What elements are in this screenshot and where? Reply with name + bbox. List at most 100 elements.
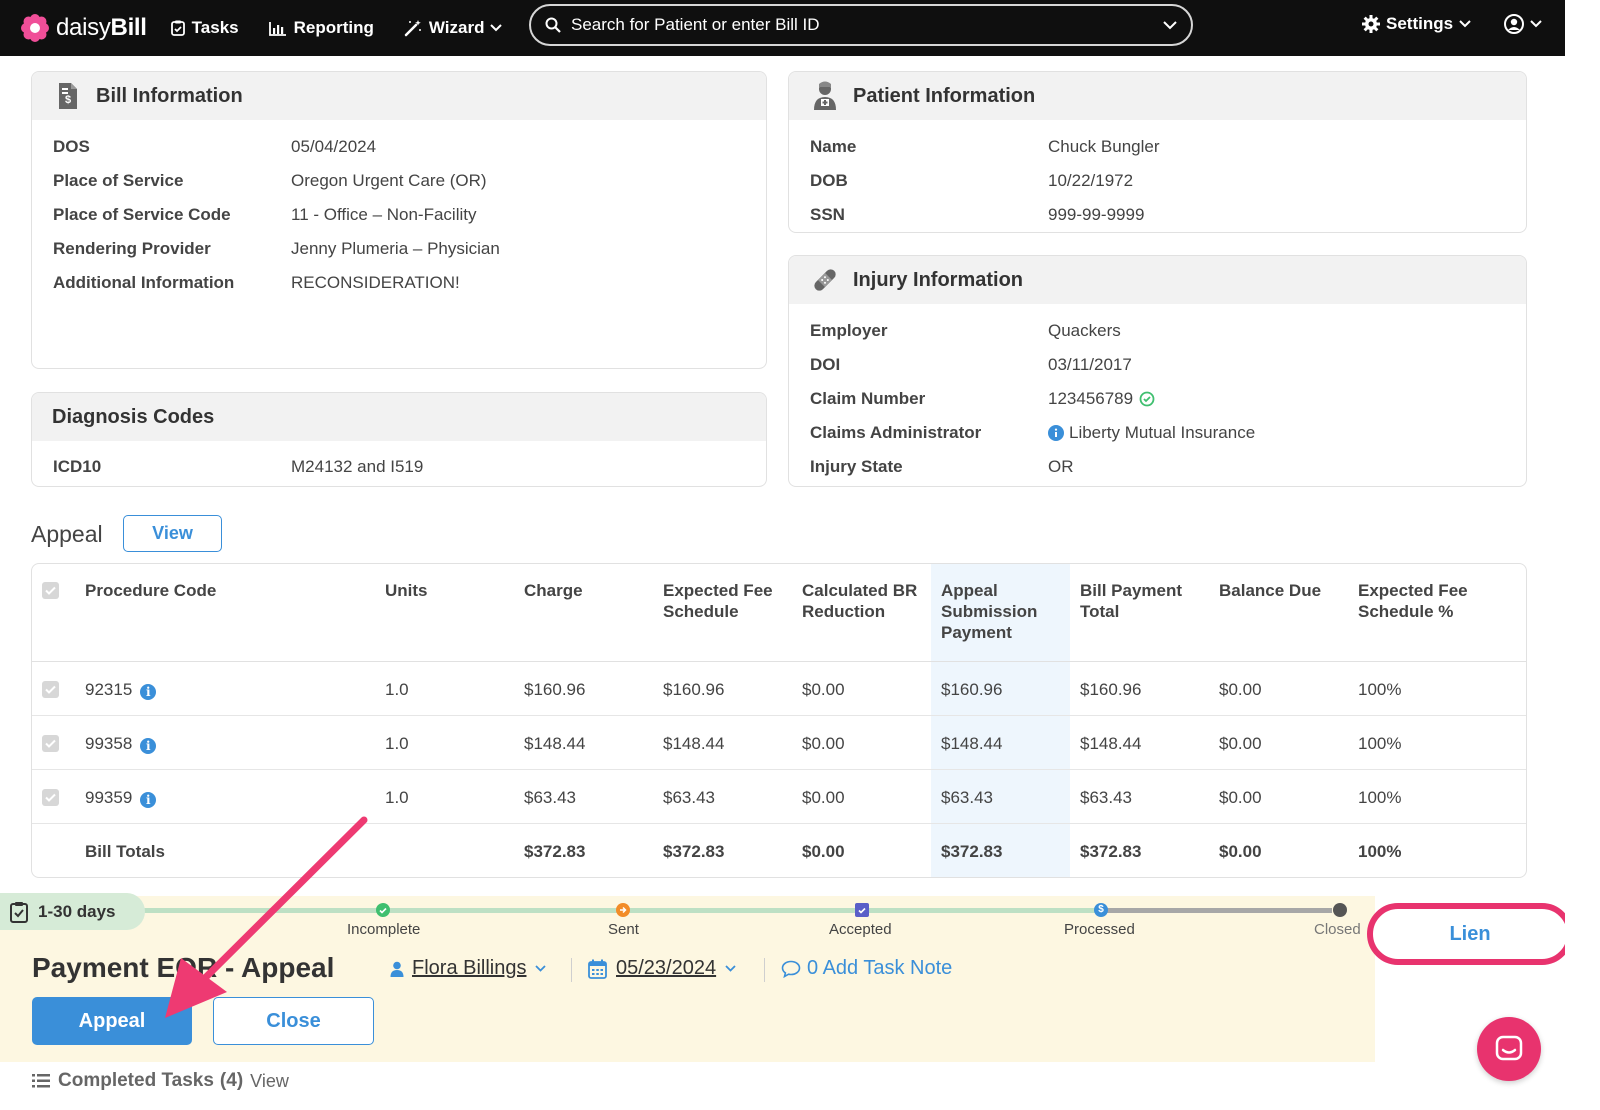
info-icon[interactable]: i <box>140 684 157 700</box>
injury-row-injury-state: Injury State OR <box>789 447 1526 481</box>
appeal-view-button[interactable]: View <box>123 515 222 552</box>
row-divider <box>32 769 1526 770</box>
th-charge[interactable]: Charge <box>524 580 583 601</box>
patient-information-card: Patient Information Name Chuck Bungler DO… <box>788 71 1527 233</box>
user-avatar-icon <box>1504 14 1524 34</box>
bill-information-card: $ Bill Information DOS 05/04/2024 Place o… <box>31 71 767 369</box>
task-age-badge: 1-30 days <box>0 893 145 930</box>
injury-row-claims-administrator: Claims Administrator Liberty Mutual Insu… <box>789 413 1526 447</box>
check-icon <box>45 793 56 802</box>
completed-tasks-toggle[interactable]: Completed Tasks (4) View <box>32 1070 289 1092</box>
bill-row-dos: DOS 05/04/2024 <box>32 127 766 161</box>
search-bar[interactable]: Search for Patient or enter Bill ID <box>529 4 1193 46</box>
logo[interactable]: daisyBill <box>20 13 147 43</box>
completed-tasks-view-link[interactable]: View <box>250 1071 289 1092</box>
injury-row-employer: Employer Quackers <box>789 311 1526 345</box>
lien-button[interactable]: Lien <box>1367 903 1573 965</box>
th-procedure-code[interactable]: Procedure Code <box>85 580 216 601</box>
nav-tasks-label: Tasks <box>191 18 239 37</box>
chevron-down-icon <box>535 965 547 972</box>
table-cell: $160.96 <box>524 680 586 699</box>
claims-administrator-link[interactable]: Liberty Mutual Insurance <box>1048 423 1255 443</box>
totals-label: Bill Totals <box>85 842 165 861</box>
row-checkbox[interactable] <box>42 789 59 806</box>
stage-label-incomplete: Incomplete <box>347 921 421 938</box>
field-value: RECONSIDERATION! <box>291 273 460 292</box>
injury-information-card: Injury Information Employer Quackers DOI 0… <box>788 255 1527 487</box>
chat-launcher-button[interactable] <box>1477 1017 1541 1081</box>
nav-wizard[interactable]: Wizard <box>404 18 503 38</box>
card-header: Patient Information <box>789 72 1526 120</box>
check-icon <box>45 739 56 748</box>
th-calculated-br-reduction[interactable]: Calculated BR Reduction <box>802 580 927 622</box>
chat-icon <box>1495 1035 1523 1061</box>
field-value: 10/22/1972 <box>1048 171 1134 190</box>
close-button[interactable]: Close <box>213 997 374 1045</box>
field-label: SSN <box>810 205 845 224</box>
th-expected-fee-schedule[interactable]: Expected Fee Schedule <box>663 580 788 622</box>
th-balance-due[interactable]: Balance Due <box>1219 580 1321 601</box>
nav-reporting-label: Reporting <box>293 18 374 37</box>
card-title: Diagnosis Codes <box>52 405 215 428</box>
bar-chart-icon <box>268 21 286 36</box>
patient-row-name: Name Chuck Bungler <box>789 127 1526 161</box>
bill-row-rendering-provider: Rendering Provider Jenny Plumeria – Physi… <box>32 229 766 263</box>
info-icon[interactable]: i <box>140 792 157 808</box>
th-expected-fee-schedule-percent[interactable]: Expected Fee Schedule % <box>1358 580 1483 622</box>
chevron-down-icon[interactable] <box>1163 20 1177 30</box>
select-all-checkbox[interactable] <box>42 582 59 599</box>
field-value: OR <box>1048 457 1074 476</box>
gear-icon <box>1362 15 1380 33</box>
list-icon <box>32 1074 50 1088</box>
stage-processed-dollar-icon: $ <box>1094 903 1108 917</box>
nav-tasks[interactable]: Tasks <box>170 18 239 38</box>
task-assignee-dropdown[interactable]: Flora Billings <box>390 957 547 980</box>
user-icon <box>390 961 404 977</box>
top-nav-bar: daisyBill Tasks Reporting Wizard Search … <box>0 0 1565 56</box>
separator <box>571 958 572 982</box>
field-label: Employer <box>810 321 888 340</box>
table-cell: $63.43 <box>1080 788 1132 807</box>
field-value: Liberty Mutual Insurance <box>1069 423 1256 442</box>
due-date-value: 05/23/2024 <box>616 957 717 979</box>
th-appeal-submission-payment[interactable]: Appeal Submission Payment <box>941 580 1051 643</box>
task-due-date-dropdown[interactable]: 05/23/2024 <box>588 957 736 980</box>
progress-line-remaining <box>1100 908 1332 913</box>
table-cell: 100% <box>1358 788 1402 807</box>
row-checkbox[interactable] <box>42 735 59 752</box>
total-cell: 100% <box>1358 842 1402 861</box>
table-cell: $148.44 <box>524 734 586 753</box>
table-cell: $63.43 <box>524 788 576 807</box>
settings-menu[interactable]: Settings <box>1362 14 1471 34</box>
stage-sent-arrow-icon <box>616 903 630 917</box>
injury-row-doi: DOI 03/11/2017 <box>789 345 1526 379</box>
comment-icon <box>781 960 801 978</box>
info-icon[interactable]: i <box>140 738 157 754</box>
header-divider <box>32 661 1526 662</box>
search-input[interactable]: Search for Patient or enter Bill ID <box>571 15 1163 35</box>
field-label: DOS <box>53 137 90 156</box>
field-label: Name <box>810 137 857 156</box>
appeal-button[interactable]: Appeal <box>32 997 192 1045</box>
add-task-note-link[interactable]: 0 Add Task Note <box>781 957 952 980</box>
total-cell: $372.83 <box>524 842 586 861</box>
field-label: ICD10 <box>53 457 102 476</box>
user-menu[interactable] <box>1504 14 1542 34</box>
total-cell: $372.83 <box>941 842 1003 861</box>
chevron-down-icon <box>490 24 503 32</box>
diagnosis-codes-card: Diagnosis Codes ICD10 M24132 and I519 <box>31 392 767 487</box>
stage-label-sent: Sent <box>608 921 639 938</box>
table-cell: 1.0 <box>385 680 409 699</box>
stage-accepted-checkbox-icon <box>855 903 869 917</box>
chevron-down-icon <box>1459 20 1471 28</box>
badge-text: 1-30 days <box>38 901 116 921</box>
clipboard-check-icon <box>10 901 28 923</box>
nav-reporting[interactable]: Reporting <box>268 18 374 38</box>
field-value: 123456789 <box>1048 389 1134 408</box>
th-units[interactable]: Units <box>385 580 428 601</box>
magic-wand-icon <box>404 20 421 37</box>
claim-number-value-group: 123456789 <box>1048 389 1155 409</box>
field-value: M24132 and I519 <box>291 457 424 476</box>
th-bill-payment-total[interactable]: Bill Payment Total <box>1080 580 1195 622</box>
row-checkbox[interactable] <box>42 681 59 698</box>
